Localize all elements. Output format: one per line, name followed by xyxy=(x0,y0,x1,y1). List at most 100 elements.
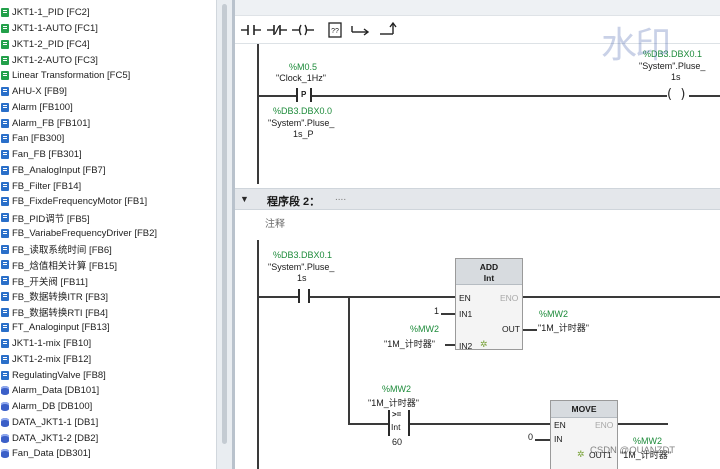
data-block-icon xyxy=(1,433,9,443)
tree-item[interactable]: DATA_JKT1-2 [DB2] xyxy=(0,430,216,446)
function-block-icon xyxy=(1,118,9,128)
tree-item-label: FB_Filter [FB14] xyxy=(12,180,82,192)
rung-wire xyxy=(348,423,388,425)
function-block-icon xyxy=(1,228,9,238)
ladder-editor: ?? %M0.5 "Clock_1Hz" P %DB3.DBX0.0 "Syst… xyxy=(235,0,720,469)
tree-item-label: FB_焓值相关计算 [FB15] xyxy=(12,260,118,272)
function-block-icon xyxy=(1,150,9,160)
tree-item[interactable]: Alarm_DB [DB100] xyxy=(0,399,216,415)
add-type[interactable]: Int xyxy=(456,273,522,283)
function-block-icon xyxy=(1,354,9,364)
add-in2-address: %MW2 xyxy=(410,324,439,334)
tree-item[interactable]: RegulatingValve [FB8] xyxy=(0,367,216,383)
rung-wire xyxy=(523,296,720,298)
nc-contact-icon[interactable] xyxy=(265,20,289,40)
tree-scrollbar[interactable] xyxy=(216,0,232,469)
function-block-icon xyxy=(1,291,9,301)
tree-item[interactable]: JKT1-2-AUTO [FC3] xyxy=(0,52,216,68)
cmp-type[interactable]: Int xyxy=(391,422,400,432)
data-block-icon xyxy=(1,402,9,412)
data-block-icon xyxy=(1,449,9,459)
add-in1-value: 1 xyxy=(434,306,440,316)
empty-box-icon[interactable]: ?? xyxy=(323,20,347,40)
edge-memory-address: %DB3.DBX0.0 xyxy=(273,106,333,116)
tree-item-label: Linear Transformation [FC5] xyxy=(12,70,131,82)
no-contact-icon[interactable] xyxy=(239,20,263,40)
move-block[interactable]: MOVE EN ENO IN ✲ OUT1 xyxy=(550,400,618,469)
tree-item[interactable]: AHU-X [FB9] xyxy=(0,84,216,100)
tree-item[interactable]: Alarm_Data [DB101] xyxy=(0,383,216,399)
tree-item-label: Fan_FB [FB301] xyxy=(12,149,82,161)
collapse-triangle-icon[interactable]: ▼ xyxy=(240,194,249,204)
network-header[interactable]: ▼ 程序段 2： .... xyxy=(235,188,720,210)
rung-wire xyxy=(258,296,298,298)
rung-wire xyxy=(618,423,668,425)
tree-item-label: DATA_JKT1-2 [DB2] xyxy=(12,432,99,444)
tree-item[interactable]: Fan_FB [FB301] xyxy=(0,147,216,163)
coil-icon[interactable] xyxy=(291,20,315,40)
add-in2-symbol: "1M_计时器" xyxy=(384,339,435,349)
tree-item[interactable]: JKT1-2-mix [FB12] xyxy=(0,352,216,368)
tree-item[interactable]: Fan_Data [DB301] xyxy=(0,446,216,462)
contact-address: %DB3.DBX0.1 xyxy=(273,250,333,260)
function-block-icon xyxy=(1,197,9,207)
move-in-pin: IN xyxy=(554,434,563,444)
project-tree: JKT1-1_PID [FC2] JKT1-1-AUTO [FC1] JKT1-2_… xyxy=(0,0,216,469)
tree-item[interactable]: Alarm [FB100] xyxy=(0,100,216,116)
tree-item-label: FB_VariabeFrequencyDriver [FB2] xyxy=(12,227,158,239)
tree-item-label: JKT1-1-mix [FB10] xyxy=(12,338,92,350)
tree-item[interactable]: Fan [FB300] xyxy=(0,131,216,147)
tree-scrollbar-thumb[interactable] xyxy=(222,4,227,444)
tree-item[interactable]: FB_PID调节 [FB5] xyxy=(0,210,216,226)
tree-item[interactable]: FB_数据转换RTI [FB4] xyxy=(0,304,216,320)
tree-item[interactable]: DATA_JKT1-1 [DB1] xyxy=(0,415,216,431)
tree-item-label: FB_数据转换RTI [FB4] xyxy=(12,308,108,320)
tree-item-label: FB_PID调节 [FB5] xyxy=(12,213,90,225)
tree-item[interactable]: Linear Transformation [FC5] xyxy=(0,68,216,84)
rung-wire xyxy=(410,423,550,425)
watermark-logo: 水印 xyxy=(601,25,671,66)
function-icon xyxy=(1,55,9,65)
compare-contact[interactable]: >= Int xyxy=(388,410,410,436)
data-block-icon xyxy=(1,386,9,396)
tree-item-label: FT_Analoginput [FB13] xyxy=(12,322,110,334)
cmp-operator: >= xyxy=(392,410,402,419)
pin-wire xyxy=(523,329,537,331)
add-block[interactable]: ADD Int EN ENO IN1 OUT IN2 ✲ xyxy=(455,258,523,351)
tree-item[interactable]: JKT1-1-AUTO [FC1] xyxy=(0,21,216,37)
tree-item[interactable]: FB_Filter [FB14] xyxy=(0,178,216,194)
output-coil[interactable]: ( ) xyxy=(667,88,689,104)
tree-item[interactable]: FB_AnalogInput [FB7] xyxy=(0,163,216,179)
tree-item[interactable]: FB_读取系统时间 [FB6] xyxy=(0,241,216,257)
network-title-placeholder[interactable]: .... xyxy=(335,192,346,203)
tree-item-label: FB_AnalogInput [FB7] xyxy=(12,164,106,176)
function-block-icon xyxy=(1,323,9,333)
editor-header-strip xyxy=(235,0,720,16)
edge-memory-symbol: "System".Pluse_ xyxy=(268,118,335,128)
close-branch-icon[interactable] xyxy=(377,20,401,40)
tree-item[interactable]: FB_VariabeFrequencyDriver [FB2] xyxy=(0,226,216,242)
function-icon xyxy=(1,71,9,81)
tree-item[interactable]: JKT1-1-mix [FB10] xyxy=(0,336,216,352)
move-output-star-icon[interactable]: ✲ xyxy=(577,449,585,460)
tree-item[interactable]: FT_Analoginput [FB13] xyxy=(0,320,216,336)
add-in2-pin: IN2 xyxy=(459,341,473,351)
tree-item[interactable]: JKT1-2_PID [FC4] xyxy=(0,37,216,53)
network-comment-text: 注释 xyxy=(265,219,285,230)
tree-item[interactable]: FB_开关阀 [FB11] xyxy=(0,273,216,289)
rung-wire xyxy=(258,95,296,97)
tree-item-label: DATA_JKT1-1 [DB1] xyxy=(12,416,99,428)
open-branch-icon[interactable] xyxy=(349,20,373,40)
tree-item[interactable]: FB_FixdeFrequencyMotor [FB1] xyxy=(0,194,216,210)
add-input-star-icon[interactable]: ✲ xyxy=(480,339,488,350)
tree-item[interactable]: FB_数据转换ITR [FB3] xyxy=(0,289,216,305)
function-block-icon xyxy=(1,87,9,97)
contact-symbol: "System".Pluse_ xyxy=(268,262,335,272)
tree-item[interactable]: JKT1-1_PID [FC2] xyxy=(0,5,216,21)
tree-item-label: Alarm_Data [DB101] xyxy=(12,385,100,397)
function-block-icon xyxy=(1,307,9,317)
network-comment[interactable]: 注释 xyxy=(235,210,720,232)
tree-item[interactable]: FB_焓值相关计算 [FB15] xyxy=(0,257,216,273)
tree-item[interactable]: Alarm_FB [FB101] xyxy=(0,115,216,131)
data-block-icon xyxy=(1,417,9,427)
